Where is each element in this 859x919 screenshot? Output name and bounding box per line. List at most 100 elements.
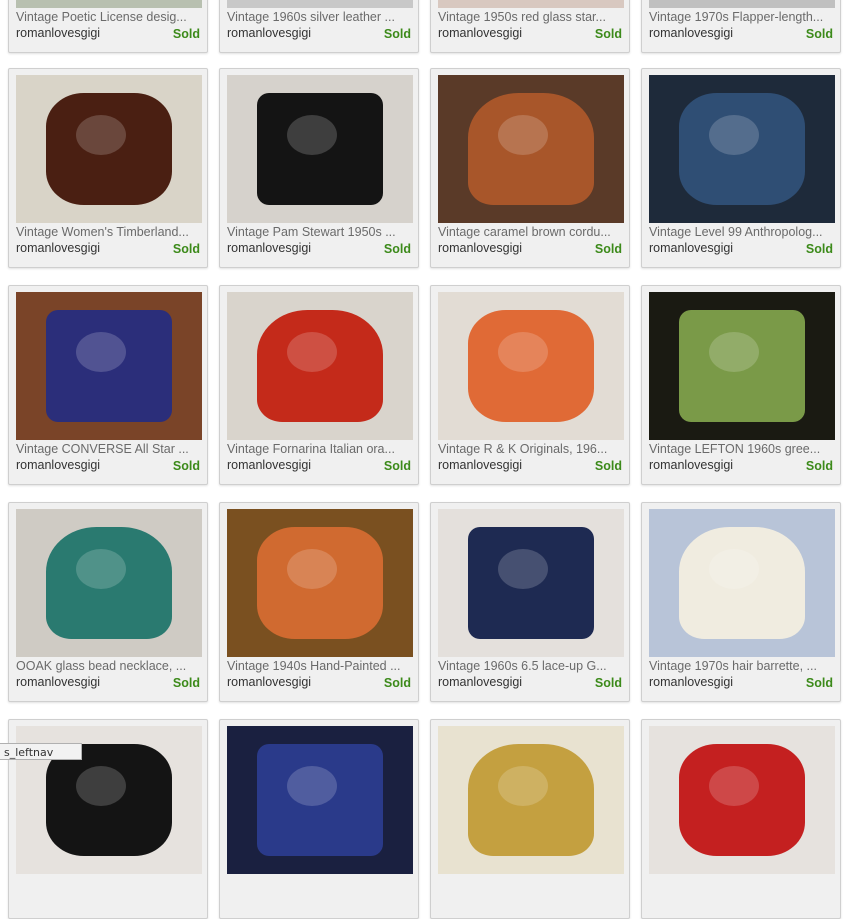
product-highlight <box>76 549 126 589</box>
thumb-20[interactable] <box>649 726 835 874</box>
product-highlight <box>76 332 126 372</box>
listing-card[interactable]: Vintage Poetic License desig... romanlove… <box>8 0 208 53</box>
sold-badge: Sold <box>594 459 622 473</box>
product-highlight <box>287 549 337 589</box>
listing-card[interactable] <box>430 719 630 919</box>
listing-card[interactable] <box>641 719 841 919</box>
listing-card[interactable]: Vintage Women's Timberland... romanlovesg… <box>8 68 208 268</box>
thumb-3[interactable] <box>438 0 624 8</box>
listing-title[interactable]: Vintage Pam Stewart 1950s ... <box>227 225 413 240</box>
sold-badge: Sold <box>172 459 200 473</box>
red-slippers-icon[interactable] <box>227 292 413 440</box>
seller-name[interactable]: romanlovesgigi <box>649 675 733 690</box>
seller-name[interactable]: romanlovesgigi <box>227 675 311 690</box>
seller-name[interactable]: romanlovesgigi <box>649 241 733 256</box>
listing-card[interactable] <box>219 719 419 919</box>
thumb-2[interactable] <box>227 0 413 8</box>
seller-name[interactable]: romanlovesgigi <box>438 458 522 473</box>
product-highlight <box>709 549 759 589</box>
listing-card[interactable]: Vintage 1950s red glass star... romanlove… <box>430 0 630 53</box>
product-highlight <box>709 332 759 372</box>
listing-title[interactable]: Vintage 1950s red glass star... <box>438 10 624 25</box>
listing-title[interactable]: Vintage Level 99 Anthropolog... <box>649 225 835 240</box>
seller-name[interactable]: romanlovesgigi <box>227 26 311 41</box>
product-highlight <box>287 332 337 372</box>
listing-title[interactable]: Vintage 1940s Hand-Painted ... <box>227 659 413 674</box>
listing-title[interactable]: Vintage Fornarina Italian ora... <box>227 442 413 457</box>
listing-title[interactable]: Vintage 1960s silver leather ... <box>227 10 413 25</box>
brown-vest-icon[interactable] <box>438 75 624 223</box>
listing-card[interactable]: Vintage Fornarina Italian ora... romanlov… <box>219 285 419 485</box>
shoes-brown-icon[interactable] <box>16 75 202 223</box>
seller-name[interactable]: romanlovesgigi <box>16 26 100 41</box>
sold-badge: Sold <box>594 27 622 41</box>
sold-badge: Sold <box>172 242 200 256</box>
seller-name[interactable]: romanlovesgigi <box>16 675 100 690</box>
seller-name[interactable]: romanlovesgigi <box>16 241 100 256</box>
thumb-4[interactable] <box>649 0 835 8</box>
sold-badge: Sold <box>805 459 833 473</box>
seller-name[interactable]: romanlovesgigi <box>227 241 311 256</box>
status-tooltip: s_leftnav <box>0 743 82 760</box>
listing-title[interactable]: Vintage Women's Timberland... <box>16 225 202 240</box>
orange-dress-icon[interactable] <box>438 292 624 440</box>
listing-title[interactable]: Vintage CONVERSE All Star ... <box>16 442 202 457</box>
listing-card[interactable]: Vintage 1970s hair barrette, ... romanlov… <box>641 502 841 702</box>
seller-name[interactable]: romanlovesgigi <box>649 26 733 41</box>
product-highlight <box>709 766 759 806</box>
listing-title[interactable]: Vintage 1970s Flapper-length... <box>649 10 835 25</box>
sold-badge: Sold <box>383 27 411 41</box>
sold-badge: Sold <box>172 676 200 690</box>
listing-title[interactable]: OOAK glass bead necklace, ... <box>16 659 202 674</box>
seller-name[interactable]: romanlovesgigi <box>227 458 311 473</box>
bead-necklace-icon[interactable] <box>16 509 202 657</box>
seller-name[interactable]: romanlovesgigi <box>438 675 522 690</box>
listing-card[interactable]: Vintage 1940s Hand-Painted ... romanloves… <box>219 502 419 702</box>
thumb-19[interactable] <box>438 726 624 874</box>
seller-name[interactable]: romanlovesgigi <box>438 26 522 41</box>
listing-card[interactable]: Vintage Pam Stewart 1950s ... romanlovesg… <box>219 68 419 268</box>
salt-shakers-icon[interactable] <box>227 509 413 657</box>
product-highlight <box>709 115 759 155</box>
sold-badge: Sold <box>805 242 833 256</box>
listing-card[interactable]: Vintage 1960s 6.5 lace-up G... romanloves… <box>430 502 630 702</box>
listing-title[interactable]: Vintage caramel brown cordu... <box>438 225 624 240</box>
listing-card[interactable]: Vintage R & K Originals, 196... romanlove… <box>430 285 630 485</box>
thumb-1[interactable] <box>16 0 202 8</box>
product-highlight <box>498 549 548 589</box>
sold-badge: Sold <box>594 242 622 256</box>
listing-title[interactable]: Vintage 1970s hair barrette, ... <box>649 659 835 674</box>
product-highlight <box>498 332 548 372</box>
navy-boot-icon[interactable] <box>438 509 624 657</box>
sold-badge: Sold <box>805 676 833 690</box>
listing-title[interactable]: Vintage 1960s 6.5 lace-up G... <box>438 659 624 674</box>
listing-card[interactable]: Vintage caramel brown cordu... romanloves… <box>430 68 630 268</box>
patterned-sneakers-icon[interactable] <box>16 292 202 440</box>
listing-card[interactable]: Vintage Level 99 Anthropolog... romanlove… <box>641 68 841 268</box>
product-highlight <box>287 766 337 806</box>
product-highlight <box>498 766 548 806</box>
sold-badge: Sold <box>805 27 833 41</box>
seller-name[interactable]: romanlovesgigi <box>16 458 100 473</box>
listing-card[interactable]: OOAK glass bead necklace, ... romanlovesg… <box>8 502 208 702</box>
thumb-18[interactable] <box>227 726 413 874</box>
sold-badge: Sold <box>383 242 411 256</box>
seller-name[interactable]: romanlovesgigi <box>438 241 522 256</box>
listing-card[interactable]: Vintage 1960s silver leather ... romanlov… <box>219 0 419 53</box>
product-highlight <box>76 115 126 155</box>
listing-card[interactable]: Vintage CONVERSE All Star ... romanlovesg… <box>8 285 208 485</box>
listing-card[interactable]: Vintage LEFTON 1960s gree... romanlovesgi… <box>641 285 841 485</box>
sold-badge: Sold <box>172 27 200 41</box>
seller-name[interactable]: romanlovesgigi <box>649 458 733 473</box>
listing-title[interactable]: Vintage R & K Originals, 196... <box>438 442 624 457</box>
green-figurine-icon[interactable] <box>649 292 835 440</box>
product-highlight <box>287 115 337 155</box>
listing-title[interactable]: Vintage Poetic License desig... <box>16 10 202 25</box>
product-highlight <box>498 115 548 155</box>
sold-badge: Sold <box>383 459 411 473</box>
listing-title[interactable]: Vintage LEFTON 1960s gree... <box>649 442 835 457</box>
listing-card[interactable]: Vintage 1970s Flapper-length... romanlove… <box>641 0 841 53</box>
flower-barrette-icon[interactable] <box>649 509 835 657</box>
denim-jacket-icon[interactable] <box>649 75 835 223</box>
black-sweater-icon[interactable] <box>227 75 413 223</box>
